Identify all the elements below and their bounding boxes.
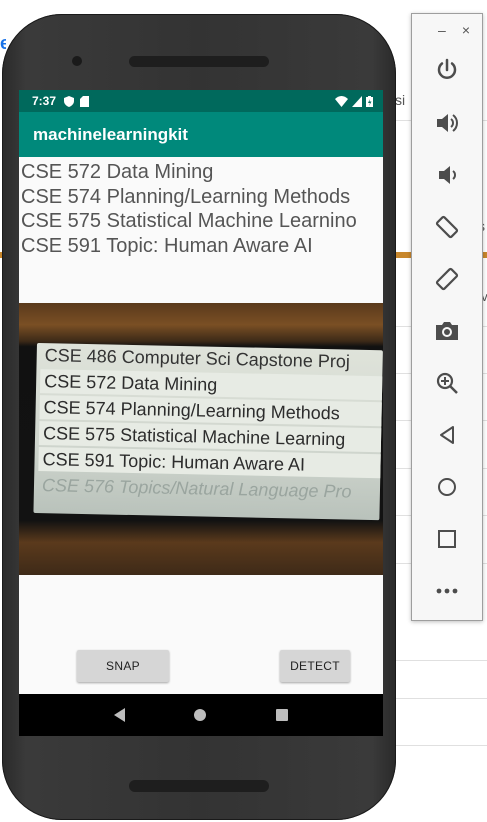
status-time: 7:37 <box>32 94 57 108</box>
signal-icon <box>352 95 362 107</box>
background-fragment-e: e <box>0 33 6 53</box>
shield-icon <box>64 95 75 107</box>
sd-card-icon <box>80 95 90 107</box>
emulator-toolbar: – × <box>411 13 483 621</box>
home-icon[interactable] <box>412 467 482 507</box>
phone-screen: 7:37 machinelearningkit CSE 572 Data Min… <box>19 90 383 736</box>
top-speaker <box>129 56 269 67</box>
action-buttons: SNAP DETECT <box>19 650 383 682</box>
result-line: CSE 574 Planning/Learning Methods <box>21 185 351 208</box>
nav-recents-icon[interactable] <box>276 709 289 721</box>
snap-button[interactable]: SNAP <box>77 650 169 682</box>
camera-icon[interactable] <box>412 311 482 351</box>
volume-down-icon[interactable] <box>412 155 482 195</box>
background-fragment-si: si <box>395 92 406 108</box>
android-nav-bar <box>19 694 383 736</box>
close-button[interactable]: × <box>462 22 470 38</box>
status-bar: 7:37 <box>19 90 383 112</box>
battery-icon <box>366 95 373 107</box>
photo-text-line: CSE 572 Data Mining <box>43 371 218 395</box>
app-bar: machinelearningkit <box>19 112 383 157</box>
result-line: CSE 572 Data Mining <box>21 161 214 183</box>
wifi-icon <box>335 95 348 107</box>
back-icon[interactable] <box>412 415 482 455</box>
nav-back-icon[interactable] <box>113 708 125 722</box>
ocr-results: CSE 572 Data Mining CSE 574 Planning/Lea… <box>19 157 383 258</box>
rotate-left-icon[interactable] <box>412 207 482 247</box>
background-divider <box>395 745 487 746</box>
status-right-icons <box>335 95 373 107</box>
emulator-window-controls: – × <box>412 14 482 38</box>
rotate-right-icon[interactable] <box>412 259 482 299</box>
result-line: CSE 591 Topic: Human Aware AI <box>21 234 313 257</box>
more-icon[interactable] <box>412 571 482 611</box>
result-line: CSE 575 Statistical Machine Learnino <box>21 210 357 232</box>
minimize-button[interactable]: – <box>438 22 446 38</box>
power-icon[interactable] <box>412 50 482 90</box>
front-camera <box>72 56 82 66</box>
camera-photo: CSE 486 Computer Sci Capstone Proj CSE 5… <box>19 303 383 575</box>
app-title: machinelearningkit <box>33 124 188 144</box>
overview-icon[interactable] <box>412 519 482 559</box>
photo-text-line: CSE 486 Computer Sci Capstone Proj <box>44 345 351 372</box>
volume-up-icon[interactable] <box>412 103 482 143</box>
phone-frame: 7:37 machinelearningkit CSE 572 Data Min… <box>2 14 396 820</box>
detect-button[interactable]: DETECT <box>280 650 350 682</box>
photographed-screen: CSE 486 Computer Sci Capstone Proj CSE 5… <box>33 343 383 521</box>
nav-home-icon[interactable] <box>194 709 207 721</box>
zoom-icon[interactable] <box>412 363 482 403</box>
background-divider <box>395 698 487 699</box>
bottom-speaker <box>129 780 269 792</box>
photo-text-line: CSE 576 Topics/Natural Language Pro <box>41 475 352 502</box>
background-divider <box>395 660 487 661</box>
